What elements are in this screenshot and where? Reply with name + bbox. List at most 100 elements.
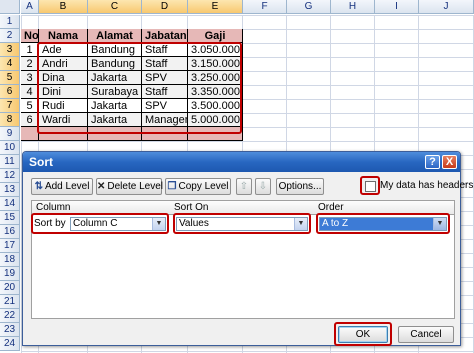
column-header-d[interactable]: D [142,0,188,14]
table-cell[interactable]: Surabaya [88,85,142,99]
table-cell[interactable]: Ade [39,43,88,57]
table-blank-cell[interactable] [88,127,142,141]
table-cell[interactable]: 6 [21,113,39,127]
column-header-e[interactable]: E [188,0,243,14]
row-header-19[interactable]: 19 [0,267,20,281]
table-blank-cell[interactable] [39,127,88,141]
table-cell[interactable]: Jakarta [88,99,142,113]
table-cell[interactable]: Staff [142,57,188,71]
table-cell[interactable]: Dina [39,71,88,85]
order-select[interactable]: A to Z ▼ [319,217,447,231]
dialog-title: Sort [23,152,460,172]
row-header-8[interactable]: 8 [0,113,20,127]
row-header-18[interactable]: 18 [0,253,20,267]
table-cell[interactable]: Staff [142,85,188,99]
table-blank-cell[interactable] [188,127,243,141]
table-cell[interactable]: Bandung [88,57,142,71]
row-header-23[interactable]: 23 [0,323,20,337]
row-header-7[interactable]: 7 [0,99,20,113]
column-header-c[interactable]: C [88,0,142,14]
table-cell[interactable]: SPV [142,71,188,85]
ok-button[interactable]: OK [338,326,388,343]
help-button[interactable]: ? [425,155,440,169]
table-blank-cell[interactable] [142,127,188,141]
move-up-button[interactable]: ⇧ [236,178,252,195]
table-cell[interactable]: 5.000.000 [188,113,243,127]
row-header-10[interactable]: 10 [0,141,20,155]
column-header-i[interactable]: I [375,0,419,14]
close-button[interactable]: X [442,155,457,169]
add-level-button[interactable]: ⇅ Add Level [31,178,93,195]
table-cell[interactable]: 4 [21,85,39,99]
column-header-j[interactable]: J [419,0,474,14]
row-header-9[interactable]: 9 [0,127,20,141]
table-cell[interactable]: Jakarta [88,113,142,127]
chevron-down-icon: ▼ [294,218,307,230]
row-header-13[interactable]: 13 [0,183,20,197]
delete-icon: ✕ [97,181,106,192]
table-cell[interactable]: 3.050.000 [188,43,243,57]
table-cell[interactable]: Andri [39,57,88,71]
select-all-corner[interactable] [0,0,20,14]
column-header-f[interactable]: F [243,0,287,14]
table-header-cell[interactable]: Nama [39,29,88,43]
table-cell[interactable]: 1 [21,43,39,57]
sort-on-select[interactable]: Values ▼ [176,217,308,231]
sort-by-label: Sort by [34,218,66,229]
table-cell[interactable]: SPV [142,99,188,113]
table-cell[interactable]: Wardi [39,113,88,127]
table-cell[interactable]: Dini [39,85,88,99]
table-cell[interactable]: 3 [21,71,39,85]
table-cell[interactable]: 3.150.000 [188,57,243,71]
sort-levels-header: Column Sort On Order [31,200,455,214]
my-data-has-headers-checkbox[interactable] [365,181,376,192]
row-header-15[interactable]: 15 [0,211,20,225]
table-cell[interactable]: Rudi [39,99,88,113]
column-header-g[interactable]: G [287,0,331,14]
table-header-cell[interactable]: Gaji [188,29,243,43]
chevron-down-icon: ▼ [433,218,446,230]
order-header: Order [318,202,344,213]
arrow-up-icon: ⇧ [239,181,249,192]
row-header-14[interactable]: 14 [0,197,20,211]
table-cell[interactable]: Bandung [88,43,142,57]
column-header-h[interactable]: H [331,0,375,14]
table-cell[interactable]: Jakarta [88,71,142,85]
table-cell[interactable]: Staff [142,43,188,57]
table-header-cell[interactable]: No [21,29,39,43]
options-button[interactable]: Options... [276,178,324,195]
column-header-b[interactable]: B [39,0,88,14]
row-header-12[interactable]: 12 [0,169,20,183]
sort-dialog: Sort ? X ⇅ Add Level ✕ Delete Level ❐ Copy … [22,151,473,346]
table-cell[interactable]: 3.350.000 [188,85,243,99]
row-header-1[interactable]: 1 [0,15,20,29]
table-cell[interactable]: 5 [21,99,39,113]
row-header-22[interactable]: 22 [0,309,20,323]
table-header-cell[interactable]: Jabatan [142,29,188,43]
row-header-24[interactable]: 24 [0,337,20,351]
row-header-5[interactable]: 5 [0,71,20,85]
table-header-cell[interactable]: Alamat [88,29,142,43]
copy-icon: ❐ [167,181,177,192]
row-header-17[interactable]: 17 [0,239,20,253]
copy-level-button[interactable]: ❐ Copy Level [165,178,231,195]
row-header-6[interactable]: 6 [0,85,20,99]
table-cell[interactable]: 3.250.000 [188,71,243,85]
row-header-11[interactable]: 11 [0,155,20,169]
row-header-4[interactable]: 4 [0,57,20,71]
delete-level-button[interactable]: ✕ Delete Level [96,178,163,195]
row-header-2[interactable]: 2 [0,29,20,43]
add-level-icon: ⇅ [34,181,43,192]
move-down-button[interactable]: ⇩ [255,178,271,195]
row-header-3[interactable]: 3 [0,43,20,57]
table-cell[interactable]: Manager [142,113,188,127]
row-header-21[interactable]: 21 [0,295,20,309]
column-select[interactable]: Column C ▼ [70,217,166,231]
table-blank-cell[interactable] [21,127,39,141]
row-header-16[interactable]: 16 [0,225,20,239]
table-cell[interactable]: 3.500.000 [188,99,243,113]
cancel-button[interactable]: Cancel [398,326,454,343]
table-cell[interactable]: 2 [21,57,39,71]
column-header-a[interactable]: A [21,0,39,14]
row-header-20[interactable]: 20 [0,281,20,295]
